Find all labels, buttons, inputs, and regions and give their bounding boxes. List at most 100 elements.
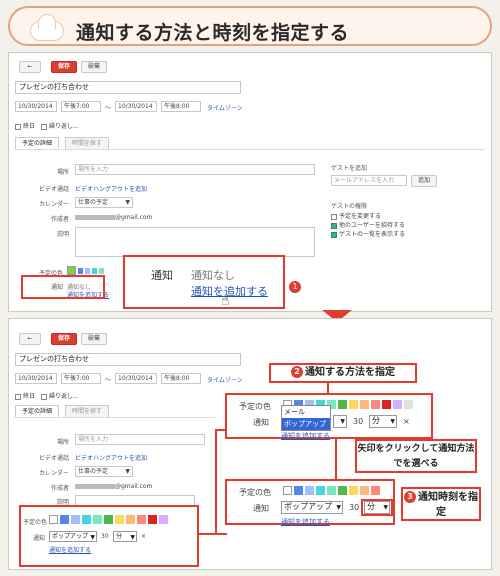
end-date-field[interactable]: 10/30/2014 — [115, 373, 157, 384]
repeat-checkbox[interactable]: 繰り返し... — [41, 391, 79, 400]
color-label: 予定の色 — [23, 519, 48, 526]
color-swatch[interactable] — [371, 486, 380, 495]
add-hangout-link[interactable]: ビデオハングアウトを追加 — [75, 453, 147, 462]
calendar-select[interactable]: 仕事の予定 ▼ — [75, 197, 133, 208]
checkbox-icon — [41, 123, 47, 130]
discard-button[interactable]: 破棄 — [81, 61, 107, 73]
add-hangout-link[interactable]: ビデオハングアウトを追加 — [75, 184, 147, 193]
step-1-marker: 1 — [289, 281, 303, 293]
screenshot-step1: ← 保存 破棄 プレゼンの打ち合わせ 10/30/2014 午後7:00 ～ 1… — [8, 52, 492, 312]
add-notification-link[interactable]: 通知を追加する — [281, 517, 330, 527]
option-popup[interactable]: ポップアップ — [282, 418, 330, 430]
color-swatch[interactable] — [115, 515, 124, 524]
calendar-select[interactable]: 仕事の予定 ▼ — [75, 466, 133, 477]
color-swatch[interactable] — [85, 267, 90, 274]
range-separator: ～ — [105, 105, 112, 112]
add-notification-link[interactable]: 通知を追加する — [281, 431, 330, 441]
description-input[interactable] — [75, 227, 315, 257]
notification-unit-select[interactable]: 分 ▼ — [369, 415, 397, 428]
add-notification-link[interactable]: 通知を追加する — [49, 545, 91, 554]
color-swatch[interactable] — [382, 400, 391, 409]
notification-label-zoom: 通知 — [253, 418, 269, 427]
color-swatch[interactable] — [137, 515, 146, 524]
color-swatch[interactable] — [148, 515, 157, 524]
tab-details[interactable]: 予定の詳細 — [15, 405, 60, 417]
color-swatch[interactable] — [93, 515, 102, 524]
guest-email-input[interactable]: メールアドレスを入力 — [331, 175, 407, 186]
tab-details[interactable]: 予定の詳細 — [15, 137, 60, 149]
color-swatch[interactable] — [67, 266, 76, 275]
event-title-input[interactable]: プレゼンの打ち合わせ — [15, 81, 241, 94]
option-mail[interactable]: メール — [282, 406, 330, 418]
where-input[interactable]: 場所を入力 — [75, 164, 315, 175]
color-swatch[interactable] — [404, 400, 413, 409]
allday-checkbox[interactable]: 終日 — [15, 391, 35, 400]
method-select-arrow[interactable]: ▼ — [333, 415, 347, 428]
notification-method-select[interactable]: ポップアップ ▼ — [281, 501, 343, 514]
color-swatch[interactable] — [60, 515, 69, 524]
perm-invite-checkbox[interactable]: 他のユーザーを招待する — [331, 220, 405, 229]
timezone-link[interactable]: タイムゾーン — [207, 103, 243, 112]
remove-notification-icon[interactable]: × — [141, 533, 146, 540]
color-swatch[interactable] — [349, 400, 358, 409]
color-swatch[interactable] — [78, 267, 83, 274]
color-swatch[interactable] — [104, 515, 113, 524]
video-label: ビデオ通話 — [38, 455, 69, 462]
calendar-label: カレンダー — [38, 470, 69, 477]
color-swatch[interactable] — [327, 486, 336, 495]
end-date-field[interactable]: 10/30/2014 — [115, 101, 157, 112]
allday-checkbox[interactable]: 終日 — [15, 121, 35, 130]
start-time-field[interactable]: 午後7:00 — [61, 101, 101, 112]
color-swatch[interactable] — [126, 515, 135, 524]
color-swatch[interactable] — [360, 486, 369, 495]
chevron-down-icon: ▼ — [340, 418, 345, 425]
notification-label-zoom: 通知 — [253, 504, 269, 513]
color-swatch[interactable] — [360, 400, 369, 409]
color-swatch[interactable] — [92, 267, 97, 274]
color-swatch[interactable] — [305, 486, 314, 495]
back-button[interactable]: ← — [19, 61, 41, 73]
notification-method-select[interactable]: ポップアップ ▼ — [49, 531, 97, 542]
back-button[interactable]: ← — [19, 333, 41, 345]
where-label: 場所 — [56, 169, 69, 176]
notification-unit-select[interactable]: 分 ▼ — [364, 501, 390, 514]
color-swatch[interactable] — [316, 486, 325, 495]
end-time-field[interactable]: 午後8:00 — [161, 101, 201, 112]
color-swatch[interactable] — [294, 486, 303, 495]
perm-modify-checkbox[interactable]: 予定を変更する — [331, 211, 381, 220]
color-swatch[interactable] — [283, 486, 292, 495]
color-swatch[interactable] — [371, 400, 380, 409]
color-swatch[interactable] — [99, 267, 104, 274]
notification-unit-select[interactable]: 分 ▼ — [113, 531, 137, 542]
end-time-field[interactable]: 午後8:00 — [161, 373, 201, 384]
color-swatch[interactable] — [338, 486, 347, 495]
tab-find-time[interactable]: 時間を探す — [65, 137, 110, 149]
event-title-input[interactable]: プレゼンの打ち合わせ — [15, 353, 241, 366]
start-date-field[interactable]: 10/30/2014 — [15, 101, 57, 112]
repeat-checkbox[interactable]: 繰り返し... — [41, 121, 79, 130]
where-label: 場所 — [56, 439, 69, 446]
save-button[interactable]: 保存 — [51, 333, 77, 345]
remove-notification-icon[interactable]: × — [403, 417, 410, 426]
creator-label: 作成者 — [50, 485, 69, 492]
start-time-field[interactable]: 午後7:00 — [61, 373, 101, 384]
color-swatch[interactable] — [159, 515, 168, 524]
perm-list-checkbox[interactable]: ゲストの一覧を表示する — [331, 229, 405, 238]
tab-find-time[interactable]: 時間を探す — [65, 405, 110, 417]
color-swatch[interactable] — [71, 515, 80, 524]
no-notification-text-zoom: 通知なし — [191, 269, 235, 282]
color-swatch[interactable] — [82, 515, 91, 524]
add-guest-button[interactable]: 追加 — [411, 175, 437, 187]
save-button[interactable]: 保存 — [51, 61, 77, 73]
zoom-inset-method: 予定の色 通知 メール ポップアップ ▼ 30 分 ▼ × 通知を追加する — [225, 393, 433, 441]
timezone-link[interactable]: タイムゾーン — [207, 375, 243, 384]
color-swatch[interactable] — [393, 400, 402, 409]
color-swatch[interactable] — [338, 400, 347, 409]
color-palette-zoom — [283, 486, 382, 495]
color-swatch[interactable] — [349, 486, 358, 495]
chevron-down-icon: ▼ — [390, 418, 395, 425]
where-input[interactable]: 場所を入力 — [75, 434, 205, 445]
color-swatch[interactable] — [49, 515, 58, 524]
discard-button[interactable]: 破棄 — [81, 333, 107, 345]
start-date-field[interactable]: 10/30/2014 — [15, 373, 57, 384]
